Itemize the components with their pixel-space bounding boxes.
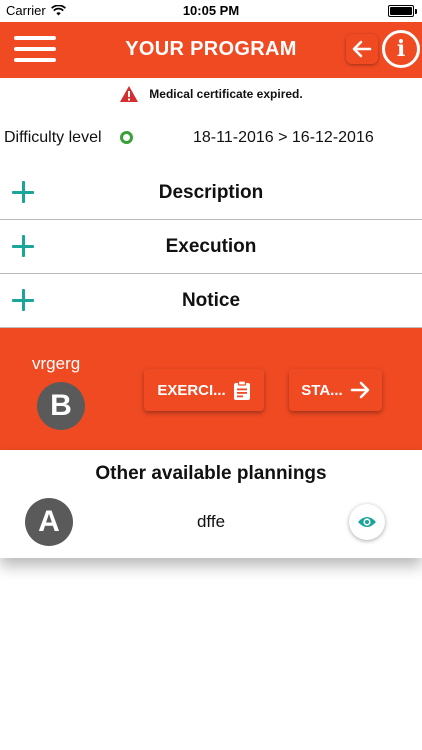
section-notice[interactable]: Notice — [0, 274, 422, 328]
alert-message: Medical certificate expired. — [149, 87, 303, 101]
section-description[interactable]: Description — [0, 166, 422, 220]
status-bar: Carrier 10:05 PM — [0, 0, 422, 22]
back-button[interactable] — [346, 34, 378, 64]
difficulty-row: Difficulty level 18-11-2016 > 16-12-2016 — [0, 116, 422, 160]
section-label: Notice — [181, 290, 241, 311]
difficulty-level-indicator — [120, 131, 133, 144]
info-icon: i — [396, 36, 406, 62]
section-label: Description — [158, 182, 264, 203]
program-dates: 18-11-2016 > 16-12-2016 — [193, 129, 374, 146]
exercises-button-label: EXERCI... — [157, 381, 226, 399]
start-button-label: STA... — [301, 381, 343, 399]
info-button[interactable]: i — [382, 30, 420, 68]
program-name: vrgerg — [32, 354, 81, 373]
battery-icon — [388, 5, 417, 17]
eye-icon — [358, 517, 376, 527]
arrow-right-icon — [350, 381, 369, 399]
other-plannings-panel: Other available plannings A dffe — [0, 450, 422, 558]
nav-bar: YOUR PROGRAM i — [0, 22, 422, 78]
plannings-heading: Other available plannings — [95, 463, 327, 484]
section-execution[interactable]: Execution — [0, 220, 422, 274]
page-title: YOUR PROGRAM — [125, 38, 297, 60]
difficulty-label: Difficulty level — [4, 129, 102, 146]
back-arrow-icon — [352, 40, 372, 58]
menu-icon[interactable] — [14, 36, 56, 62]
program-card: vrgerg B EXERCI... STA... — [0, 328, 422, 450]
exercises-button[interactable]: EXERCI... — [144, 369, 264, 411]
start-button[interactable]: STA... — [289, 369, 382, 411]
program-avatar: B — [37, 382, 85, 430]
clock: 10:05 PM — [182, 3, 240, 18]
medical-alert: Medical certificate expired. — [0, 78, 422, 110]
clipboard-icon — [233, 380, 250, 400]
view-planning-button[interactable] — [349, 504, 385, 540]
section-list: Description Execution Notice — [0, 166, 422, 328]
section-label: Execution — [165, 236, 257, 257]
planning-row[interactable]: A dffe — [0, 498, 422, 550]
warning-icon — [120, 86, 139, 102]
